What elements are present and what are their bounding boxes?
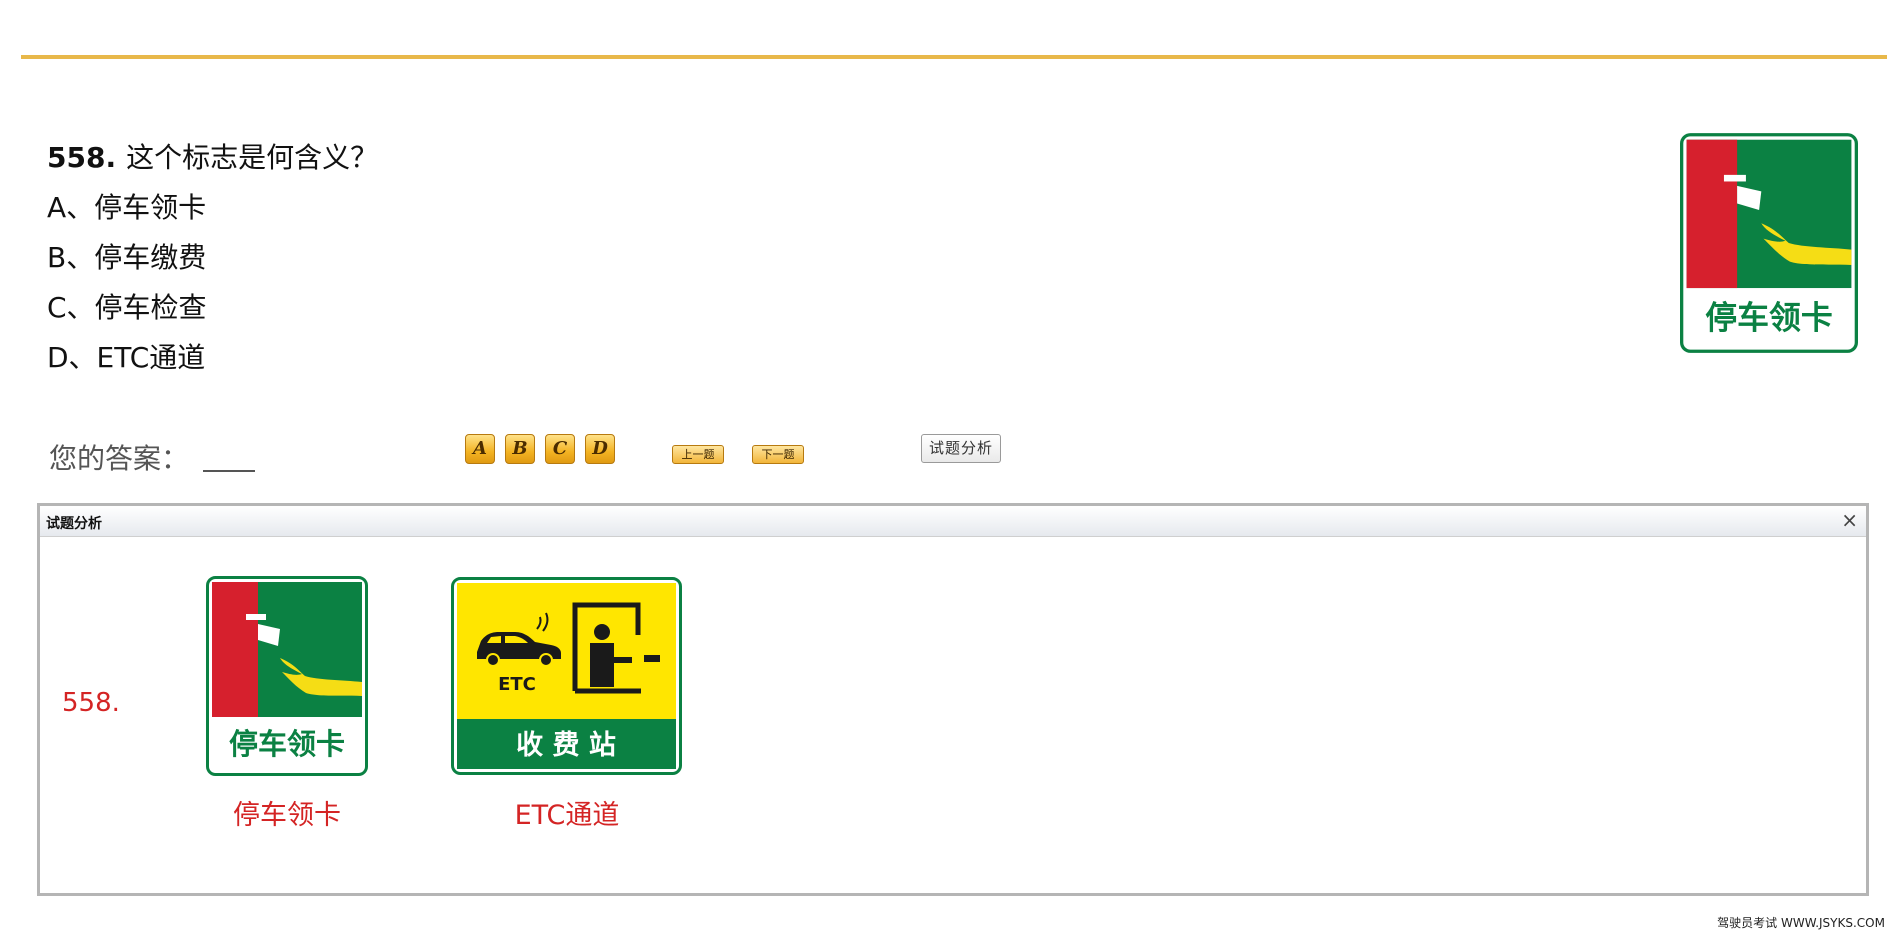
parking-card-sign-text: 停车领卡	[229, 727, 345, 761]
etc-toll-sign-image: ETC 收 费 站	[451, 577, 682, 775]
analysis-panel-title: 试题分析	[46, 516, 102, 532]
close-icon[interactable]: ×	[1841, 509, 1858, 531]
your-answer-blank	[203, 448, 256, 472]
your-answer: 您的答案：	[49, 437, 256, 477]
your-answer-label: 您的答案：	[49, 442, 190, 475]
parking-card-sign-image: 停车领卡	[206, 576, 368, 776]
answer-b-button[interactable]: B	[505, 434, 535, 464]
answer-c-button[interactable]: C	[545, 434, 575, 464]
analysis-question-number: 558.	[62, 688, 120, 718]
question-title: 558. 这个标志是何含义？	[47, 133, 378, 183]
site-footer: 驾驶员考试 WWW.JSYKS.COM	[1717, 916, 1885, 930]
parking-card-caption: 停车领卡	[233, 800, 341, 831]
option-c: C、停车检查	[47, 291, 207, 324]
previous-question-button[interactable]: 上一题	[672, 445, 724, 464]
option-a: A、停车领卡	[47, 191, 207, 224]
top-divider	[21, 55, 1887, 59]
question-block: 558. 这个标志是何含义？ A、停车领卡 B、停车缴费 C、停车检查 D、ETC…	[47, 133, 378, 383]
analysis-panel: 试题分析 × 558. 停车领卡 ETC 收 费 站 停车领卡 ETC通道	[37, 503, 1869, 896]
question-sign-image: 停车领卡	[1680, 133, 1858, 353]
analysis-panel-header: 试题分析 ×	[40, 506, 1866, 537]
answer-d-button[interactable]: D	[585, 434, 615, 464]
option-b: B、停车缴费	[47, 241, 207, 274]
etc-lane-caption: ETC通道	[514, 800, 620, 831]
toll-station-sign-text: 收 费 站	[516, 730, 616, 761]
option-d: D、ETC通道	[47, 341, 206, 374]
etc-sign-text: ETC	[498, 674, 536, 695]
question-sign-text: 停车领卡	[1705, 299, 1832, 337]
question-number: 558.	[47, 141, 117, 174]
next-question-button[interactable]: 下一题	[752, 445, 804, 464]
answer-a-button[interactable]: A	[465, 434, 495, 464]
analysis-button[interactable]: 试题分析	[921, 434, 1001, 463]
question-text: 这个标志是何含义？	[126, 141, 379, 174]
